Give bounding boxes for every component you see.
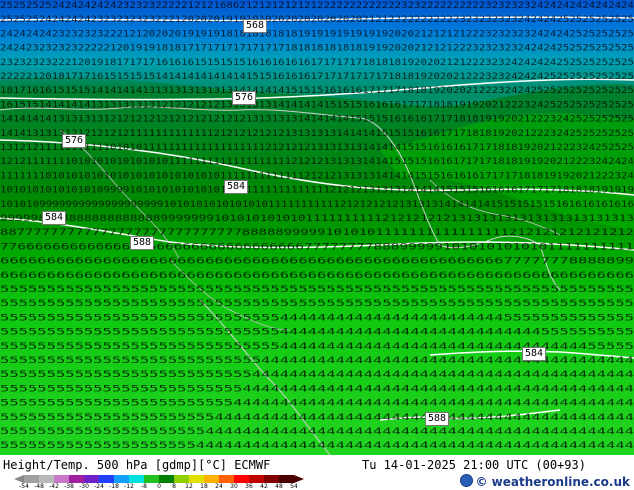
colorbar-segment [39, 475, 54, 483]
temperature-row: 1414141413131313121212121212121212121213… [0, 115, 634, 125]
copyright-link[interactable]: © weatheronline.co.uk [460, 474, 630, 489]
temperature-row: 2525252524242424242323232222212121686212… [0, 1, 634, 11]
colorbar-tick-label: -8 [141, 483, 147, 490]
contour-label: 576 [62, 134, 87, 148]
colorbar-tick-label: 8 [172, 483, 176, 490]
map-canvas: 2525252524242424242323232222212121686212… [0, 0, 634, 455]
colorbar-segment [129, 475, 144, 483]
temperature-colorbar [24, 475, 294, 483]
colorbar-ticks: -54 -48 -42 -38 -30 -24 -18 -12 -8 0 8 12 18 24 30 36 42… [19, 483, 314, 490]
temperature-row: 5555555555555555555555444444444444444444… [0, 427, 634, 437]
contour-label: 568 [243, 19, 268, 33]
colorbar-segment [189, 475, 204, 483]
temperature-row: 2222212018171716151515151414141414141415… [0, 72, 634, 82]
temperature-row: 9999988888888888888889999999101010101010… [0, 214, 634, 224]
colorbar-segment [159, 475, 174, 483]
colorbar-segment [279, 475, 294, 483]
temperature-row: 1615151414141413131313131212121212131313… [0, 100, 634, 110]
colorbar-tick-label: 12 [185, 483, 193, 490]
colorbar-tick-label: 48 [275, 483, 283, 490]
temperature-row: 5555555555555555555555555444444444444444… [0, 399, 634, 409]
copyright-text: © weatheronline.co.uk [475, 475, 630, 489]
colorbar-segment [249, 475, 264, 483]
colorbar-tick-label: -18 [109, 483, 119, 490]
temperature-row: 2424232323232222212019191818171717171717… [0, 44, 634, 54]
temperature-row: 5555555555555555555554444444444444444444… [0, 441, 634, 451]
temperature-row: 8877777777777777777777777777788888999991… [0, 228, 634, 238]
colorbar-tick-label: -30 [79, 483, 89, 490]
temperature-row: 2525252424242423232323232221202020191919… [0, 15, 634, 25]
temperature-row: 2323232322212019181717171616161515151516… [0, 58, 634, 68]
colorbar-segment [24, 475, 39, 483]
colorbar-min-arrow [14, 475, 24, 483]
contour-label: 588 [425, 412, 450, 426]
temperature-row: 6666666666666666666666666666666666666666… [0, 271, 634, 281]
colorbar-segment [99, 475, 114, 483]
colorbar-tick-label: -54 [19, 483, 29, 490]
weather-map: 2525252524242424242323232222212121686212… [0, 0, 634, 455]
colorbar-tick-label: -12 [124, 483, 134, 490]
footer-bar: Height/Temp. 500 hPa [gdmp][°C] ECMWF Tu… [0, 455, 634, 490]
product-title: Height/Temp. 500 hPa [gdmp][°C] ECMWF [3, 458, 271, 472]
temperature-row: 2424242423232323222121202020191919181818… [0, 29, 634, 39]
temperature-row: 5555555555555555555555555555554444444444… [0, 328, 634, 338]
colorbar-segment [204, 475, 219, 483]
colorbar-segment [144, 475, 159, 483]
colorbar-tick-label: 36 [245, 483, 253, 490]
colorbar-tick-label: 42 [260, 483, 268, 490]
temperature-row: 5555555555555555555555555554444444444444… [0, 370, 634, 380]
temperature-row: 5555555555555555555555555555555555555555… [0, 299, 634, 309]
colorbar-tick-label: 30 [230, 483, 238, 490]
temperature-row: 5555555555555555555555555555555555555555… [0, 285, 634, 295]
temperature-row: 1111111010101010101010101010101010111111… [0, 171, 634, 181]
temperature-row: 7766666666666666666666666666666666677777… [0, 242, 634, 252]
colorbar-tick-label: -24 [94, 483, 104, 490]
colorbar-segment [54, 475, 69, 483]
globe-icon [460, 474, 474, 487]
colorbar-segment [114, 475, 129, 483]
contour-label: 576 [232, 91, 257, 105]
temperature-row: 1312121111111111101010111111111111111111… [0, 143, 634, 153]
temperature-row: 5555555555555555555555555544444444444444… [0, 384, 634, 394]
valid-time: Tu 14-01-2025 21:00 UTC (00+93) [362, 458, 586, 472]
colorbar-segment [219, 475, 234, 483]
temperature-row: 1817161615151514141414131313131313131414… [0, 86, 634, 96]
colorbar-tick-label: 24 [215, 483, 223, 490]
colorbar-segment [264, 475, 279, 483]
contour-label: 584 [224, 180, 249, 194]
colorbar-segment [84, 475, 99, 483]
contour-label: 584 [522, 347, 547, 361]
temperature-row: 1010101010101010999910101010101010101011… [0, 186, 634, 196]
contour-label: 584 [42, 211, 67, 225]
temperature-row: 1212111111101010101010101011111111111111… [0, 157, 634, 167]
colorbar-segment [234, 475, 249, 483]
colorbar-segment [174, 475, 189, 483]
colorbar-tick-label: 0 [157, 483, 161, 490]
temperature-row: 1414131313121212121211111111111112121212… [0, 129, 634, 139]
colorbar-tick-label: 18 [200, 483, 208, 490]
temperature-row: 1010109999999999999999999101010101010101… [0, 200, 634, 210]
temperature-row: 5555555555555555555555555555554444444444… [0, 313, 634, 323]
colorbar-tick-label: -48 [34, 483, 44, 490]
colorbar-tick-label: -42 [49, 483, 59, 490]
temperature-row: 6666666666666666666666666666666666666666… [0, 257, 634, 267]
contour-label: 588 [130, 236, 155, 250]
colorbar-segment [69, 475, 84, 483]
colorbar-max-arrow [294, 475, 304, 483]
colorbar-tick-label: 54 [290, 483, 298, 490]
temperature-row: 5555555555555555555555544444444444444444… [0, 413, 634, 423]
colorbar-tick-label: -38 [64, 483, 74, 490]
